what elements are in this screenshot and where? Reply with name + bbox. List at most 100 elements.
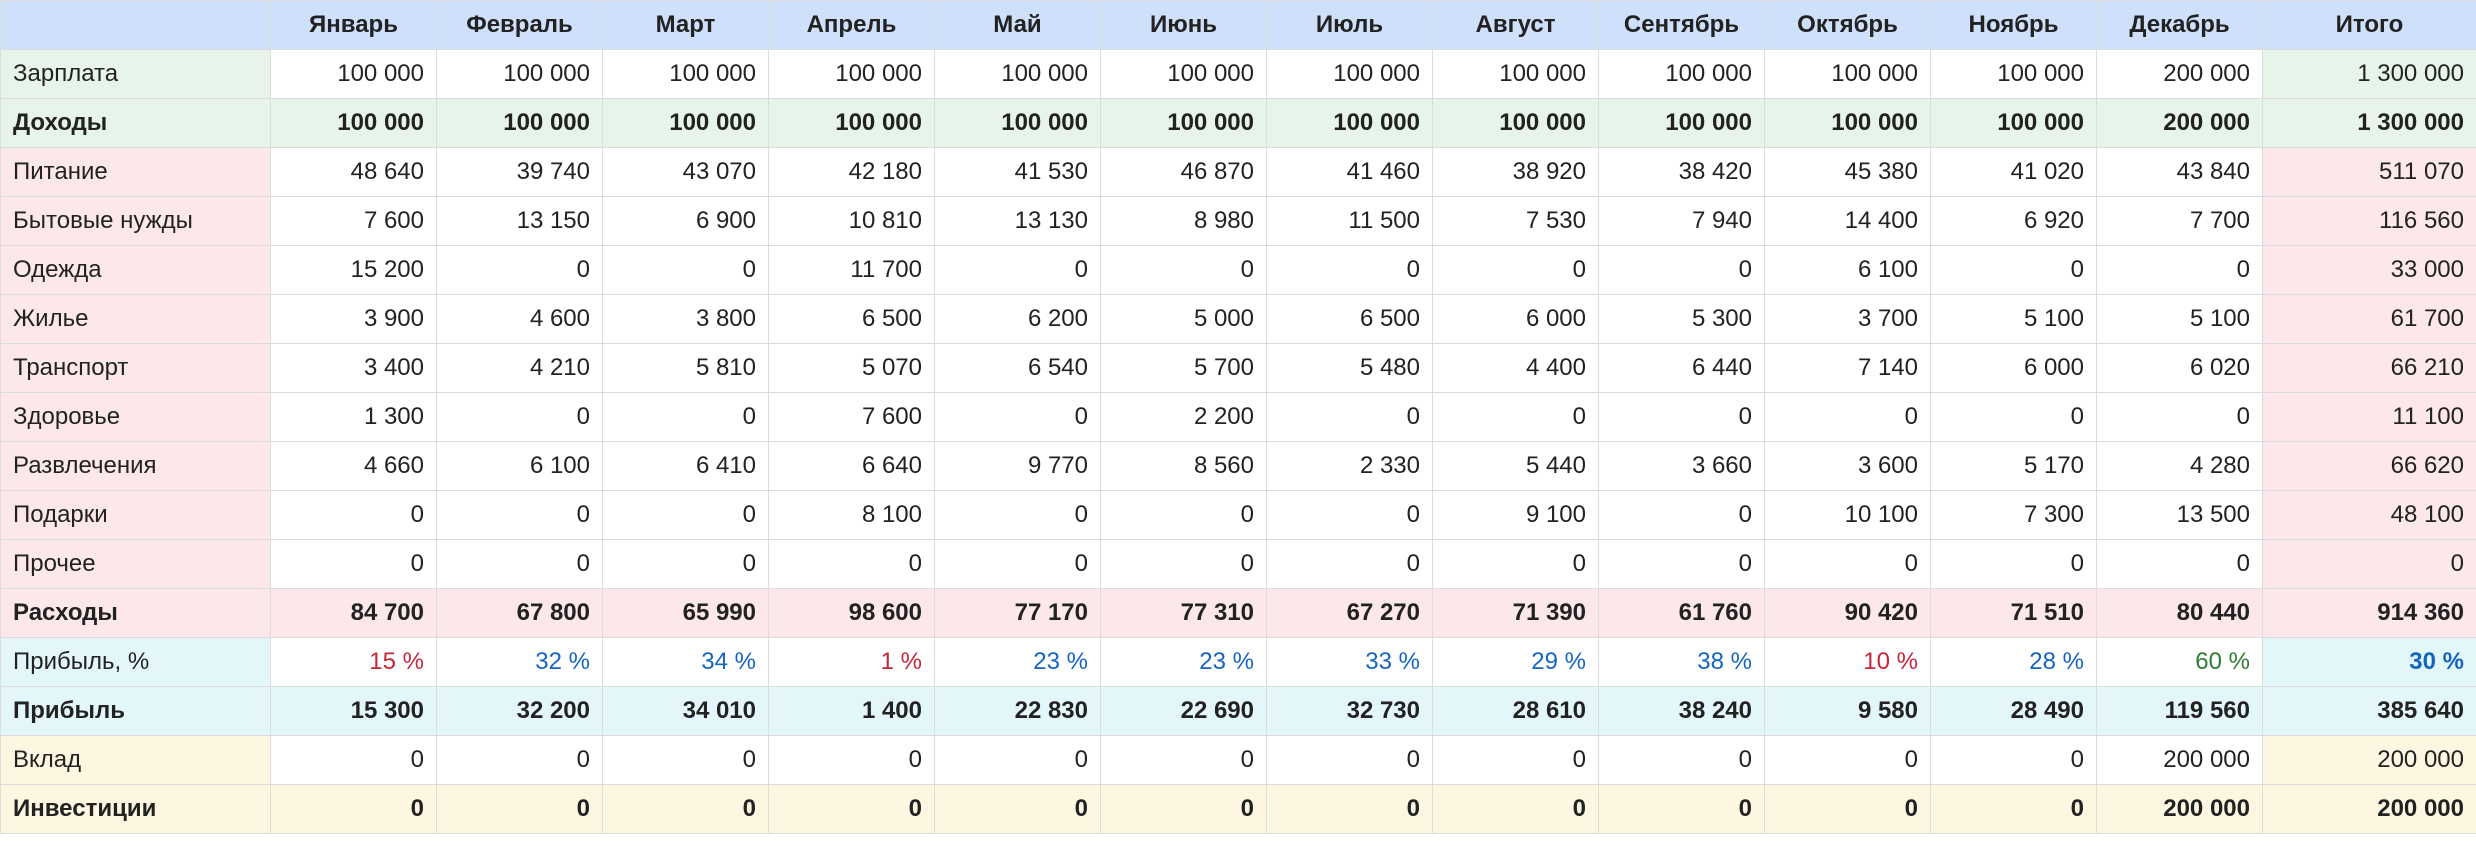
value-cell[interactable]: 34 % [602, 637, 769, 687]
value-cell[interactable]: 98 600 [768, 588, 935, 638]
value-cell[interactable]: 45 380 [1764, 147, 1931, 197]
month-header[interactable]: Февраль [436, 0, 603, 50]
row-label-cell[interactable]: Одежда [0, 245, 271, 295]
value-cell[interactable]: 8 100 [768, 490, 935, 540]
value-cell[interactable]: 200 000 [2096, 735, 2263, 785]
value-cell[interactable]: 6 500 [768, 294, 935, 344]
value-cell[interactable]: 100 000 [1266, 49, 1433, 99]
value-cell[interactable]: 33 % [1266, 637, 1433, 687]
value-cell[interactable]: 1 % [768, 637, 935, 687]
month-header[interactable]: Июль [1266, 0, 1433, 50]
value-cell[interactable]: 0 [1266, 245, 1433, 295]
value-cell[interactable]: 0 [934, 392, 1101, 442]
total-cell[interactable]: 1 300 000 [2262, 49, 2476, 99]
value-cell[interactable]: 71 390 [1432, 588, 1599, 638]
value-cell[interactable]: 29 % [1432, 637, 1599, 687]
value-cell[interactable]: 9 580 [1764, 686, 1931, 736]
value-cell[interactable]: 0 [1100, 490, 1267, 540]
value-cell[interactable]: 200 000 [2096, 98, 2263, 148]
value-cell[interactable]: 0 [602, 490, 769, 540]
value-cell[interactable]: 90 420 [1764, 588, 1931, 638]
value-cell[interactable]: 10 810 [768, 196, 935, 246]
corner-cell[interactable] [0, 0, 271, 50]
value-cell[interactable]: 0 [1100, 539, 1267, 589]
value-cell[interactable]: 0 [2096, 539, 2263, 589]
value-cell[interactable]: 0 [768, 735, 935, 785]
total-cell[interactable]: 61 700 [2262, 294, 2476, 344]
value-cell[interactable]: 41 530 [934, 147, 1101, 197]
value-cell[interactable]: 3 700 [1764, 294, 1931, 344]
value-cell[interactable]: 100 000 [934, 98, 1101, 148]
value-cell[interactable]: 2 200 [1100, 392, 1267, 442]
value-cell[interactable]: 5 300 [1598, 294, 1765, 344]
value-cell[interactable]: 0 [602, 245, 769, 295]
value-cell[interactable]: 61 760 [1598, 588, 1765, 638]
value-cell[interactable]: 3 900 [270, 294, 437, 344]
value-cell[interactable]: 77 170 [934, 588, 1101, 638]
total-header[interactable]: Итого [2262, 0, 2476, 50]
value-cell[interactable]: 4 400 [1432, 343, 1599, 393]
value-cell[interactable]: 0 [1266, 735, 1433, 785]
value-cell[interactable]: 0 [1432, 784, 1599, 834]
value-cell[interactable]: 38 240 [1598, 686, 1765, 736]
value-cell[interactable]: 0 [436, 490, 603, 540]
value-cell[interactable]: 0 [270, 784, 437, 834]
value-cell[interactable]: 5 100 [2096, 294, 2263, 344]
value-cell[interactable]: 9 100 [1432, 490, 1599, 540]
row-label-cell[interactable]: Вклад [0, 735, 271, 785]
value-cell[interactable]: 11 500 [1266, 196, 1433, 246]
value-cell[interactable]: 0 [602, 539, 769, 589]
value-cell[interactable]: 4 600 [436, 294, 603, 344]
value-cell[interactable]: 0 [934, 490, 1101, 540]
value-cell[interactable]: 43 070 [602, 147, 769, 197]
value-cell[interactable]: 4 280 [2096, 441, 2263, 491]
value-cell[interactable]: 0 [436, 539, 603, 589]
value-cell[interactable]: 3 800 [602, 294, 769, 344]
value-cell[interactable]: 32 % [436, 637, 603, 687]
value-cell[interactable]: 100 000 [270, 98, 437, 148]
row-label-cell[interactable]: Прочее [0, 539, 271, 589]
value-cell[interactable]: 100 000 [602, 98, 769, 148]
value-cell[interactable]: 0 [1598, 490, 1765, 540]
value-cell[interactable]: 6 000 [1432, 294, 1599, 344]
row-label-cell[interactable]: Прибыль, % [0, 637, 271, 687]
value-cell[interactable]: 6 200 [934, 294, 1101, 344]
total-cell[interactable]: 200 000 [2262, 735, 2476, 785]
value-cell[interactable]: 80 440 [2096, 588, 2263, 638]
value-cell[interactable]: 32 730 [1266, 686, 1433, 736]
value-cell[interactable]: 0 [1598, 735, 1765, 785]
value-cell[interactable]: 5 100 [1930, 294, 2097, 344]
value-cell[interactable]: 0 [2096, 392, 2263, 442]
value-cell[interactable]: 14 400 [1764, 196, 1931, 246]
value-cell[interactable]: 100 000 [1266, 98, 1433, 148]
value-cell[interactable]: 100 000 [436, 49, 603, 99]
month-header[interactable]: Ноябрь [1930, 0, 2097, 50]
total-cell[interactable]: 385 640 [2262, 686, 2476, 736]
value-cell[interactable]: 100 000 [1930, 98, 2097, 148]
value-cell[interactable]: 46 870 [1100, 147, 1267, 197]
total-cell[interactable]: 511 070 [2262, 147, 2476, 197]
value-cell[interactable]: 0 [768, 539, 935, 589]
value-cell[interactable]: 100 000 [934, 49, 1101, 99]
value-cell[interactable]: 15 300 [270, 686, 437, 736]
value-cell[interactable]: 0 [270, 539, 437, 589]
value-cell[interactable]: 100 000 [1764, 98, 1931, 148]
value-cell[interactable]: 13 130 [934, 196, 1101, 246]
value-cell[interactable]: 100 000 [436, 98, 603, 148]
row-label-cell[interactable]: Расходы [0, 588, 271, 638]
value-cell[interactable]: 100 000 [1432, 98, 1599, 148]
value-cell[interactable]: 67 270 [1266, 588, 1433, 638]
value-cell[interactable]: 6 500 [1266, 294, 1433, 344]
value-cell[interactable]: 10 % [1764, 637, 1931, 687]
value-cell[interactable]: 6 900 [602, 196, 769, 246]
value-cell[interactable]: 0 [1930, 735, 2097, 785]
value-cell[interactable]: 100 000 [1598, 98, 1765, 148]
value-cell[interactable]: 100 000 [1432, 49, 1599, 99]
value-cell[interactable]: 3 600 [1764, 441, 1931, 491]
value-cell[interactable]: 38 % [1598, 637, 1765, 687]
value-cell[interactable]: 0 [1266, 490, 1433, 540]
value-cell[interactable]: 0 [1930, 392, 2097, 442]
row-label-cell[interactable]: Прибыль [0, 686, 271, 736]
row-label-cell[interactable]: Зарплата [0, 49, 271, 99]
total-cell[interactable]: 66 210 [2262, 343, 2476, 393]
